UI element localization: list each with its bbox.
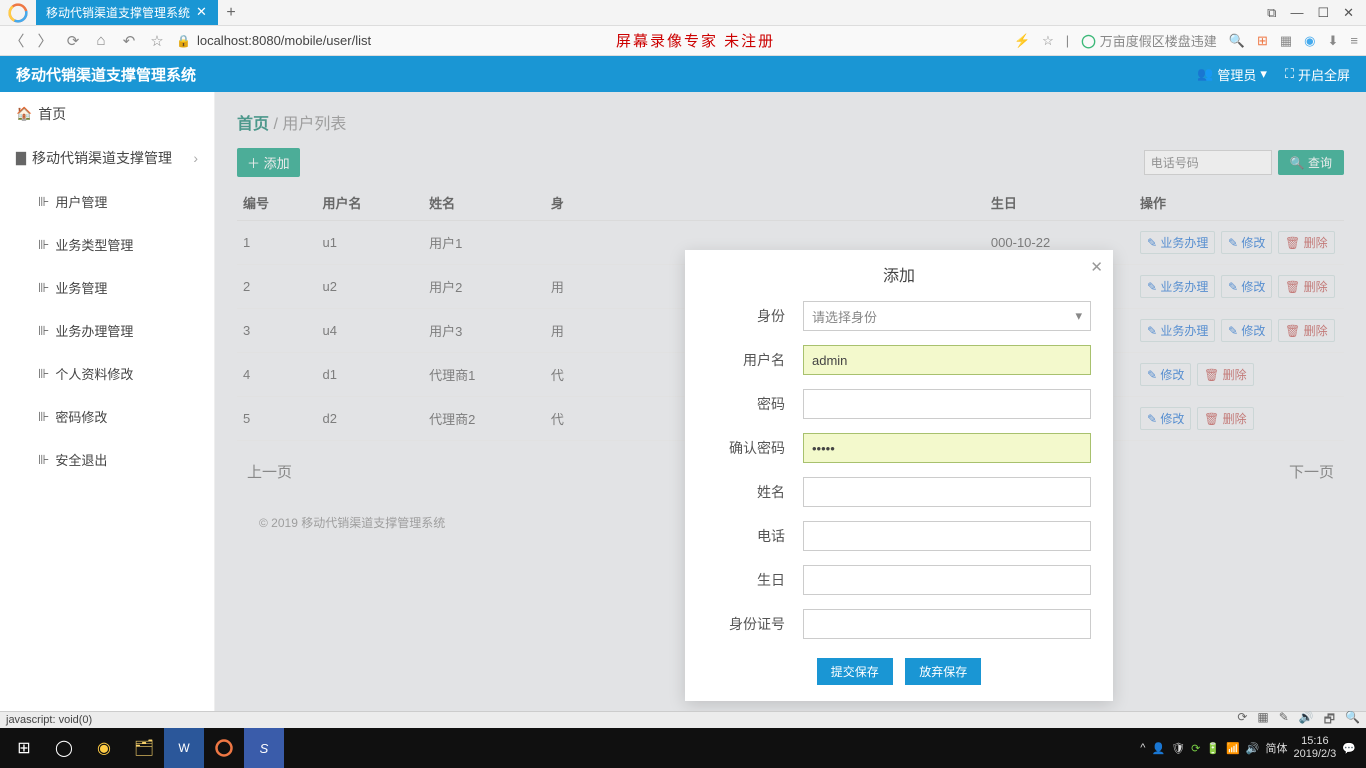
- file-explorer-icon[interactable]: 🗂: [124, 728, 164, 768]
- taskbar-browser-icon[interactable]: ◉: [84, 728, 124, 768]
- caret-down-icon: ▾: [1075, 308, 1082, 324]
- sidebar-item-user-mgmt[interactable]: ⊪用户管理: [0, 180, 214, 223]
- active-app-icon[interactable]: [204, 728, 244, 768]
- cortana-icon[interactable]: ◯: [44, 728, 84, 768]
- sidebar-item-password[interactable]: ⊪密码修改: [0, 395, 214, 438]
- word-icon[interactable]: W: [164, 728, 204, 768]
- users-icon: 👥: [1197, 66, 1213, 82]
- tray-user-icon[interactable]: 👤: [1151, 742, 1165, 755]
- browser-logo-icon: [4, 0, 32, 27]
- password-input[interactable]: [803, 389, 1091, 419]
- puzzle-icon: ⊪: [38, 280, 49, 296]
- grid-icon[interactable]: ▦: [1257, 710, 1268, 731]
- download-icon[interactable]: ⬇: [1328, 33, 1339, 49]
- puzzle-icon: ⊪: [38, 452, 49, 468]
- note-icon[interactable]: ✎: [1279, 710, 1289, 731]
- add-user-modal: 添加 ✕ 身份 请选择身份 ▾ 用户名 密码 确认密码 姓名 电话 生日 身份证…: [685, 250, 1113, 701]
- name-input[interactable]: [803, 477, 1091, 507]
- tray-wifi-icon[interactable]: 📶: [1226, 742, 1240, 755]
- chevron-right-icon: ›: [193, 150, 198, 166]
- ime-indicator[interactable]: 简体: [1265, 740, 1287, 756]
- url-text[interactable]: localhost:8080/mobile/user/list: [197, 33, 371, 48]
- username-input[interactable]: [803, 345, 1091, 375]
- new-tab-button[interactable]: +: [218, 4, 244, 22]
- notification-icon[interactable]: 💬: [1342, 742, 1356, 755]
- tray-volume-icon[interactable]: 🔊: [1246, 742, 1260, 755]
- modal-title: 添加: [883, 268, 915, 285]
- tray-sync-icon[interactable]: ⟳: [1191, 742, 1200, 755]
- phone-input[interactable]: [803, 521, 1091, 551]
- confirm-password-input[interactable]: [803, 433, 1091, 463]
- apps-icon[interactable]: ⊞: [1257, 33, 1268, 49]
- tab-title: 移动代销渠道支撑管理系统: [46, 4, 190, 21]
- tray-up-icon[interactable]: ^: [1140, 742, 1145, 754]
- admin-menu[interactable]: 👥 管理员 ▾: [1197, 65, 1267, 84]
- idcard-input[interactable]: [803, 609, 1091, 639]
- pip-icon[interactable]: ⧉: [1267, 5, 1276, 21]
- menu-icon[interactable]: ≡: [1350, 33, 1358, 48]
- start-button[interactable]: ⊞: [4, 728, 44, 768]
- home-icon[interactable]: ⌂: [92, 32, 110, 49]
- sidebar-item-biz-process[interactable]: ⊪业务办理管理: [0, 309, 214, 352]
- sidebar-group[interactable]: ▇ 移动代销渠道支撑管理 ›: [0, 136, 214, 180]
- home-icon: 🏠: [16, 106, 32, 122]
- minimize-icon[interactable]: —: [1290, 5, 1303, 21]
- back-icon[interactable]: 〈: [8, 30, 26, 51]
- qr-icon[interactable]: ▦: [1280, 33, 1292, 49]
- sidebar-item-logout[interactable]: ⊪安全退出: [0, 438, 214, 481]
- puzzle-icon: ⊪: [38, 323, 49, 339]
- search-suggestion[interactable]: ◯ 万亩度假区楼盘违建: [1081, 31, 1217, 50]
- sync-icon[interactable]: ⟳: [1237, 710, 1247, 731]
- reload-icon[interactable]: ⟳: [64, 32, 82, 50]
- app-title: 移动代销渠道支撑管理系统: [16, 64, 196, 85]
- star-icon[interactable]: ☆: [148, 32, 166, 50]
- puzzle-icon: ⊪: [38, 194, 49, 210]
- fullscreen-button[interactable]: ⛶ 开启全屏: [1285, 65, 1350, 84]
- lock-icon: 🔒: [176, 34, 191, 48]
- sidebar-item-profile[interactable]: ⊪个人资料修改: [0, 352, 214, 395]
- folder-icon: ▇: [16, 150, 26, 166]
- undo-icon[interactable]: ↶: [120, 32, 138, 50]
- status-text: javascript: void(0): [6, 714, 92, 726]
- shield-icon[interactable]: ◉: [1304, 33, 1315, 49]
- close-window-icon[interactable]: ✕: [1343, 5, 1354, 21]
- chevron-down-icon: ▾: [1260, 66, 1267, 82]
- modal-close-icon[interactable]: ✕: [1090, 258, 1103, 276]
- search-engine-icon: ◯: [1081, 33, 1096, 49]
- birthday-input[interactable]: [803, 565, 1091, 595]
- sidebar-item-biz-mgmt[interactable]: ⊪业务管理: [0, 266, 214, 309]
- bookmark-dropdown-icon[interactable]: ☆: [1042, 33, 1054, 49]
- submit-button[interactable]: 提交保存: [817, 658, 893, 685]
- expand-icon: ⛶: [1285, 66, 1294, 82]
- taskbar-clock[interactable]: 15:162019/2/3: [1293, 735, 1336, 761]
- tab-close-icon[interactable]: ✕: [196, 4, 212, 20]
- volume-icon[interactable]: 🔊: [1299, 710, 1314, 731]
- sidebar-home[interactable]: 🏠 首页: [0, 92, 214, 136]
- search-icon[interactable]: 🔍: [1229, 33, 1245, 49]
- screen-recorder-watermark: 屏幕录像专家 未注册: [616, 30, 775, 51]
- sidebar-item-biz-type[interactable]: ⊪业务类型管理: [0, 223, 214, 266]
- zoom-icon[interactable]: 🔍: [1345, 710, 1360, 731]
- forward-icon[interactable]: 〉: [36, 30, 54, 51]
- puzzle-icon: ⊪: [38, 237, 49, 253]
- flash-icon[interactable]: ⚡: [1014, 33, 1030, 49]
- browser-tab[interactable]: 移动代销渠道支撑管理系统 ✕: [36, 0, 218, 25]
- puzzle-icon: ⊪: [38, 366, 49, 382]
- role-select[interactable]: 请选择身份 ▾: [803, 301, 1091, 331]
- maximize-icon[interactable]: ☐: [1317, 5, 1329, 21]
- tray-battery-icon[interactable]: 🔋: [1206, 742, 1220, 755]
- divider: |: [1066, 33, 1069, 48]
- restore-icon[interactable]: 🗗: [1324, 710, 1335, 731]
- tray-shield-icon[interactable]: 🛡: [1171, 742, 1185, 755]
- recorder-icon[interactable]: S: [244, 728, 284, 768]
- puzzle-icon: ⊪: [38, 409, 49, 425]
- cancel-button[interactable]: 放弃保存: [905, 658, 981, 685]
